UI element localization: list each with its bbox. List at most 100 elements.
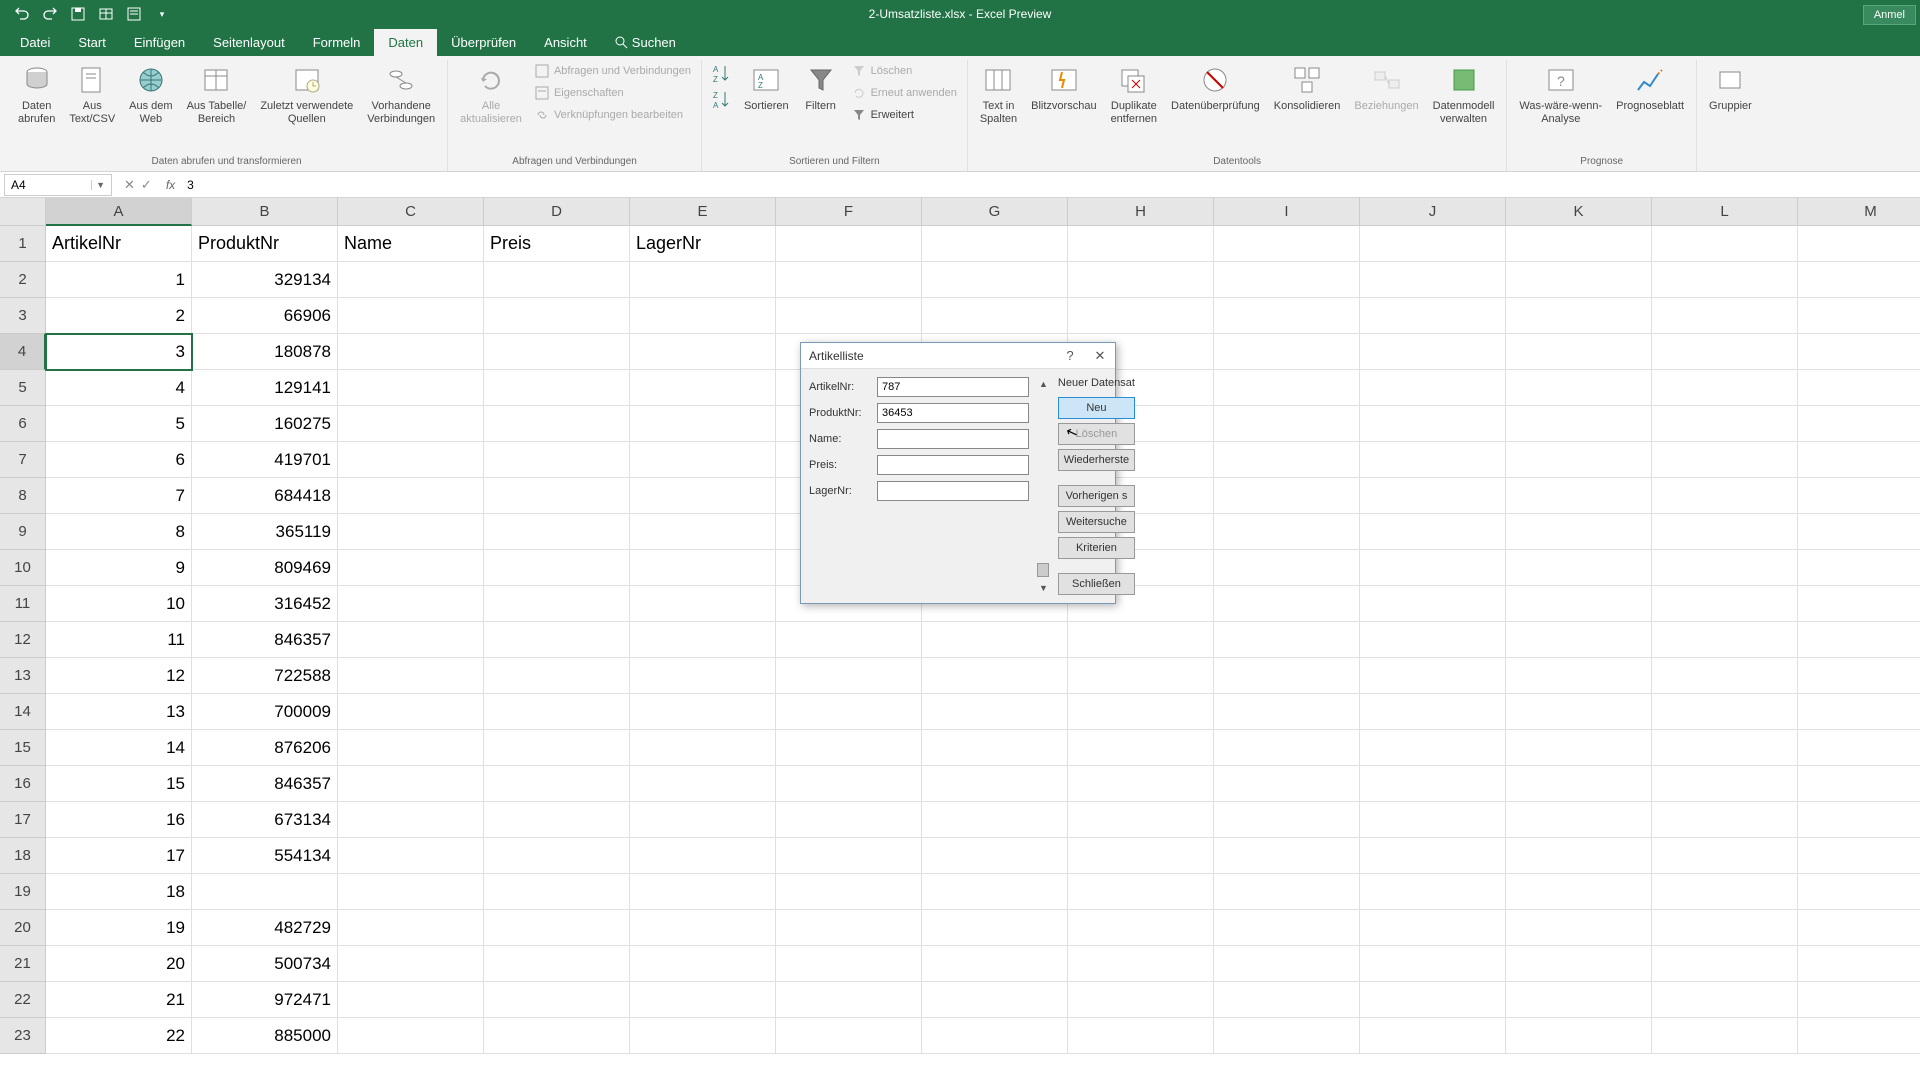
- tab-einfuegen[interactable]: Einfügen: [120, 29, 199, 56]
- cell-A3[interactable]: 2: [46, 298, 192, 334]
- cell-E7[interactable]: [630, 442, 776, 478]
- row-header-19[interactable]: 19: [0, 874, 46, 910]
- row-header-6[interactable]: 6: [0, 406, 46, 442]
- cell-D3[interactable]: [484, 298, 630, 334]
- cell-M7[interactable]: [1798, 442, 1920, 478]
- cell-H21[interactable]: [1068, 946, 1214, 982]
- cell-B7[interactable]: 419701: [192, 442, 338, 478]
- cell-K18[interactable]: [1506, 838, 1652, 874]
- btn-text-spalten[interactable]: Text in Spalten: [974, 60, 1023, 130]
- cell-J4[interactable]: [1360, 334, 1506, 370]
- customize-qat-icon[interactable]: ▾: [152, 4, 172, 24]
- cell-E6[interactable]: [630, 406, 776, 442]
- cell-L12[interactable]: [1652, 622, 1798, 658]
- row-header-20[interactable]: 20: [0, 910, 46, 946]
- col-header-M[interactable]: M: [1798, 198, 1920, 226]
- cell-K5[interactable]: [1506, 370, 1652, 406]
- cell-E22[interactable]: [630, 982, 776, 1018]
- cell-K16[interactable]: [1506, 766, 1652, 802]
- row-header-21[interactable]: 21: [0, 946, 46, 982]
- redo-icon[interactable]: [40, 4, 60, 24]
- dialog-titlebar[interactable]: Artikelliste ? ✕: [801, 343, 1115, 369]
- cell-J12[interactable]: [1360, 622, 1506, 658]
- cell-B5[interactable]: 129141: [192, 370, 338, 406]
- cell-I10[interactable]: [1214, 550, 1360, 586]
- cell-D1[interactable]: Preis: [484, 226, 630, 262]
- cell-K21[interactable]: [1506, 946, 1652, 982]
- cell-J18[interactable]: [1360, 838, 1506, 874]
- cell-H17[interactable]: [1068, 802, 1214, 838]
- cell-B8[interactable]: 684418: [192, 478, 338, 514]
- cell-F20[interactable]: [776, 910, 922, 946]
- cell-C12[interactable]: [338, 622, 484, 658]
- cell-A9[interactable]: 8: [46, 514, 192, 550]
- cell-L21[interactable]: [1652, 946, 1798, 982]
- cell-I8[interactable]: [1214, 478, 1360, 514]
- cell-D22[interactable]: [484, 982, 630, 1018]
- cell-A11[interactable]: 10: [46, 586, 192, 622]
- cell-M2[interactable]: [1798, 262, 1920, 298]
- cell-F22[interactable]: [776, 982, 922, 1018]
- name-box-dropdown-icon[interactable]: ▼: [91, 180, 105, 190]
- cell-B3[interactable]: 66906: [192, 298, 338, 334]
- formula-input[interactable]: 3: [181, 178, 1920, 192]
- cell-B6[interactable]: 160275: [192, 406, 338, 442]
- cell-F15[interactable]: [776, 730, 922, 766]
- cell-I2[interactable]: [1214, 262, 1360, 298]
- cell-L4[interactable]: [1652, 334, 1798, 370]
- col-header-H[interactable]: H: [1068, 198, 1214, 226]
- cell-H13[interactable]: [1068, 658, 1214, 694]
- cell-L13[interactable]: [1652, 658, 1798, 694]
- cell-E17[interactable]: [630, 802, 776, 838]
- cell-K10[interactable]: [1506, 550, 1652, 586]
- cell-E21[interactable]: [630, 946, 776, 982]
- cell-J3[interactable]: [1360, 298, 1506, 334]
- cell-K15[interactable]: [1506, 730, 1652, 766]
- cell-I16[interactable]: [1214, 766, 1360, 802]
- cell-J5[interactable]: [1360, 370, 1506, 406]
- btn-weitersuchen[interactable]: Weitersuche: [1058, 511, 1135, 533]
- cell-I1[interactable]: [1214, 226, 1360, 262]
- tab-formeln[interactable]: Formeln: [299, 29, 375, 56]
- col-header-A[interactable]: A: [46, 198, 192, 226]
- cell-H20[interactable]: [1068, 910, 1214, 946]
- tab-start[interactable]: Start: [64, 29, 119, 56]
- cell-L7[interactable]: [1652, 442, 1798, 478]
- cell-C15[interactable]: [338, 730, 484, 766]
- cell-J13[interactable]: [1360, 658, 1506, 694]
- cell-L6[interactable]: [1652, 406, 1798, 442]
- cell-M8[interactable]: [1798, 478, 1920, 514]
- cell-C21[interactable]: [338, 946, 484, 982]
- col-header-J[interactable]: J: [1360, 198, 1506, 226]
- btn-aus-tabelle[interactable]: Aus Tabelle/ Bereich: [181, 60, 253, 130]
- col-header-B[interactable]: B: [192, 198, 338, 226]
- tab-suchen[interactable]: Suchen: [601, 29, 690, 56]
- cell-K19[interactable]: [1506, 874, 1652, 910]
- cell-E2[interactable]: [630, 262, 776, 298]
- cell-I5[interactable]: [1214, 370, 1360, 406]
- cell-E11[interactable]: [630, 586, 776, 622]
- cell-C14[interactable]: [338, 694, 484, 730]
- cell-J16[interactable]: [1360, 766, 1506, 802]
- cell-I4[interactable]: [1214, 334, 1360, 370]
- row-header-7[interactable]: 7: [0, 442, 46, 478]
- cell-L17[interactable]: [1652, 802, 1798, 838]
- cell-D10[interactable]: [484, 550, 630, 586]
- cell-B11[interactable]: 316452: [192, 586, 338, 622]
- cell-B1[interactable]: ProduktNr: [192, 226, 338, 262]
- cell-K12[interactable]: [1506, 622, 1652, 658]
- cell-D7[interactable]: [484, 442, 630, 478]
- cell-L2[interactable]: [1652, 262, 1798, 298]
- cell-B13[interactable]: 722588: [192, 658, 338, 694]
- cell-L22[interactable]: [1652, 982, 1798, 1018]
- cell-B4[interactable]: 180878: [192, 334, 338, 370]
- cell-J19[interactable]: [1360, 874, 1506, 910]
- cell-I18[interactable]: [1214, 838, 1360, 874]
- cell-M13[interactable]: [1798, 658, 1920, 694]
- cell-A6[interactable]: 5: [46, 406, 192, 442]
- cell-E4[interactable]: [630, 334, 776, 370]
- cell-K22[interactable]: [1506, 982, 1652, 1018]
- btn-duplikate[interactable]: Duplikate entfernen: [1105, 60, 1163, 130]
- cell-K8[interactable]: [1506, 478, 1652, 514]
- cell-I22[interactable]: [1214, 982, 1360, 1018]
